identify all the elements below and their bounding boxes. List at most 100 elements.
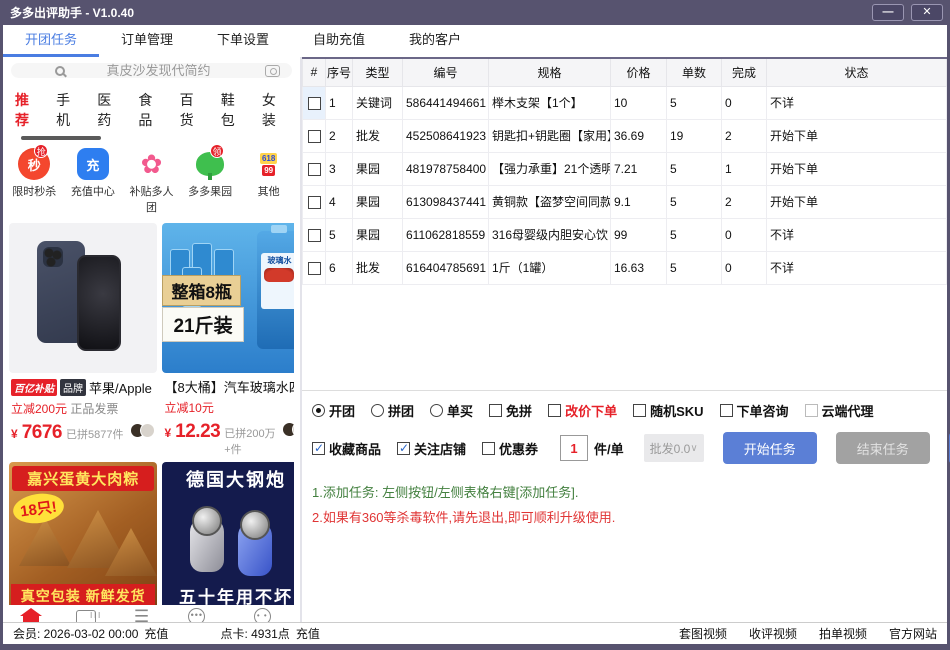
search-bar[interactable] — [11, 63, 292, 78]
check-change-price[interactable]: 改价下单 — [548, 401, 617, 420]
category-phone[interactable]: 手机 — [56, 90, 82, 130]
tree-icon: 领 — [194, 148, 226, 180]
tab-self-recharge[interactable]: 自助充值 — [291, 25, 387, 57]
product-title: 苹果/Apple — [89, 378, 152, 397]
table-empty-area — [302, 285, 947, 392]
nav-profile[interactable]: • • 个人中心 — [242, 605, 282, 622]
table-row[interactable]: 4果园 613098437441黄铜款【盗梦空间同款... 9.15 2开始下单 — [303, 185, 947, 218]
check-order-inquiry[interactable]: 下单咨询 — [720, 401, 789, 420]
product-card-glass-water[interactable]: 玻璃水 整箱8瓶 21斤装 【8大桶】汽车玻璃水四 立减10元 ¥12.23 已… — [162, 223, 294, 457]
link-template-video[interactable]: 套图视频 — [679, 625, 727, 642]
camera-icon[interactable] — [265, 65, 280, 77]
subsidy-badge: 百亿补贴 — [11, 379, 57, 396]
member-expiry: 会员: 2026-03-02 00:00 — [13, 625, 138, 642]
radio-join-group[interactable]: 拼团 — [371, 401, 414, 420]
tab-order-management[interactable]: 订单管理 — [99, 25, 195, 57]
task-table: #序号 类型编号 规格价格 单数完成 状态 1关键词 586441494661榉… — [302, 57, 947, 285]
product-price: 7676 — [22, 422, 62, 444]
quick-other[interactable]: 618 99 其他 — [243, 148, 295, 215]
table-row[interactable]: 1关键词 586441494661榉木支架【1个】 105 0不详 — [303, 86, 947, 119]
check-favorite-item[interactable]: 收藏商品 — [312, 439, 381, 458]
link-official-site[interactable]: 官方网站 — [889, 625, 937, 642]
end-task-button[interactable]: 结束任务 — [836, 432, 930, 464]
check-cloud-proxy[interactable]: 云端代理 — [805, 401, 874, 420]
member-recharge-link[interactable]: 充值 — [144, 625, 168, 642]
start-task-button[interactable]: 开始任务 — [723, 432, 817, 464]
product-card-iphone[interactable]: 百亿补贴 品牌 苹果/Apple 立减200元 正品发票 ¥7676 已拼587… — [9, 223, 157, 457]
product-grid: 百亿补贴 品牌 苹果/Apple 立减200元 正品发票 ¥7676 已拼587… — [9, 223, 294, 605]
row-checkbox[interactable] — [308, 229, 321, 242]
radio-open-group[interactable]: 开团 — [312, 401, 355, 420]
category-medicine[interactable]: 医药 — [97, 90, 123, 130]
sold-count: 已拼200万+件 — [224, 425, 278, 457]
mode-dropdown[interactable]: 批发0.0 ∨ — [644, 434, 704, 462]
table-header-row: #序号 类型编号 规格价格 单数完成 状态 — [303, 58, 947, 86]
category-shoes[interactable]: 鞋包 — [221, 90, 247, 130]
home-icon — [23, 615, 39, 622]
close-button[interactable]: ✕ — [911, 4, 943, 21]
razor-bottom-text: 五十年用不坏 — [162, 583, 294, 605]
main-tabs: 开团任务 订单管理 下单设置 自助充值 我的客户 — [3, 25, 947, 57]
quick-recharge-center[interactable]: 充 充值中心 — [67, 148, 119, 215]
category-goods[interactable]: 百货 — [180, 90, 206, 130]
table-row[interactable]: 3果园 481978758400【强力承重】21个透明... 7.215 1开始… — [303, 152, 947, 185]
nav-categories[interactable]: ☰ 分类 — [131, 605, 151, 622]
category-scrollbar[interactable] — [21, 136, 300, 140]
nav-live[interactable]: 直播 — [76, 605, 96, 622]
banner-top-text: 嘉兴蛋黄大肉粽 — [12, 466, 154, 491]
buyer-avatars — [282, 422, 294, 437]
table-row[interactable]: 5果园 611062818559316母婴级内胆安心饮 ... 995 0不详 — [303, 218, 947, 251]
quantity-input[interactable] — [560, 435, 588, 461]
hint-notes: 1.添加任务: 左侧按钮/左侧表格右键[添加任务]. 2.如果有360等杀毒软件… — [302, 476, 947, 534]
chevron-down-icon: ∨ — [690, 443, 697, 454]
row-checkbox[interactable] — [308, 130, 321, 143]
radio-single-buy[interactable]: 单买 — [430, 401, 473, 420]
quick-group-subsidy[interactable]: ✿ 补贴多人团 — [125, 148, 177, 215]
product-image-zongzi: 嘉兴蛋黄大肉粽 18只! 真空包装 新鲜发货 — [9, 462, 157, 605]
category-tabs: 推荐 手机 医药 食品 百货 鞋包 女装 — [3, 80, 300, 136]
row-checkbox[interactable] — [308, 262, 321, 275]
promo-text: 立减10元 — [164, 401, 213, 415]
tab-order-settings[interactable]: 下单设置 — [195, 25, 291, 57]
title-bar[interactable]: 多多出评助手 - V1.0.40 — ✕ — [0, 0, 950, 25]
category-food[interactable]: 食品 — [138, 90, 164, 130]
table-row[interactable]: 2批发 452508641923钥匙扣+钥匙圈【家用】... 36.6919 2… — [303, 119, 947, 152]
product-price: 12.23 — [175, 421, 220, 443]
banner-bottom-text: 真空包装 新鲜发货 — [11, 584, 155, 605]
table-row[interactable]: 6批发 6164047856911斤（1罐） 16.635 0不详 — [303, 251, 947, 284]
row-checkbox[interactable] — [308, 196, 321, 209]
link-review-video[interactable]: 收评视频 — [749, 625, 797, 642]
nav-home[interactable]: 首页 — [21, 605, 41, 622]
points-recharge-link[interactable]: 充值 — [296, 625, 320, 642]
tv-icon — [76, 610, 96, 622]
nav-chat[interactable]: ••• 聊天 — [187, 605, 207, 622]
misc-icons: 618 99 — [253, 148, 285, 180]
product-card-zongzi[interactable]: 嘉兴蛋黄大肉粽 18只! 真空包装 新鲜发货 【18只嘉兴大肉粽】蛋黄 — [9, 462, 157, 605]
product-card-razor[interactable]: 德国大钢炮 五十年用不坏 【正品保证】德国进口电 — [162, 462, 294, 605]
quick-orchard[interactable]: 领 多多果园 — [184, 148, 236, 215]
box-label-21-jin: 21斤装 — [162, 307, 243, 342]
link-order-video[interactable]: 拍单视频 — [819, 625, 867, 642]
recharge-phone-icon: 充 — [77, 148, 109, 180]
row-checkbox[interactable] — [308, 97, 321, 110]
buyer-avatars — [130, 423, 155, 438]
minimize-button[interactable]: — — [872, 4, 904, 21]
app-window: 多多出评助手 - V1.0.40 — ✕ 开团任务 订单管理 下单设置 自助充值… — [0, 0, 950, 650]
points-balance: 点卡: 4931点 — [220, 625, 289, 642]
check-follow-shop[interactable]: 关注店铺 — [397, 439, 466, 458]
quick-flash-sale[interactable]: 秒 抢 限时秒杀 — [8, 148, 60, 215]
check-no-group[interactable]: 免拼 — [489, 401, 532, 420]
category-recommend[interactable]: 推荐 — [15, 90, 41, 130]
category-women[interactable]: 女装 — [262, 90, 288, 130]
category-scrollbar-thumb[interactable] — [21, 136, 101, 140]
check-coupon[interactable]: 优惠券 — [482, 439, 538, 458]
product-image-glass-water: 玻璃水 整箱8瓶 21斤装 — [162, 223, 294, 373]
check-random-sku[interactable]: 随机SKU — [633, 401, 703, 420]
quick-entries: 秒 抢 限时秒杀 充 充值中心 ✿ 补贴多人团 — [3, 142, 300, 219]
task-panel: #序号 类型编号 规格价格 单数完成 状态 1关键词 586441494661榉… — [302, 57, 947, 622]
tab-open-group-task[interactable]: 开团任务 — [3, 25, 99, 57]
row-checkbox[interactable] — [308, 163, 321, 176]
promo-text: 立减200元 — [11, 402, 67, 416]
search-input[interactable] — [69, 63, 249, 78]
tab-my-customers[interactable]: 我的客户 — [387, 25, 483, 57]
